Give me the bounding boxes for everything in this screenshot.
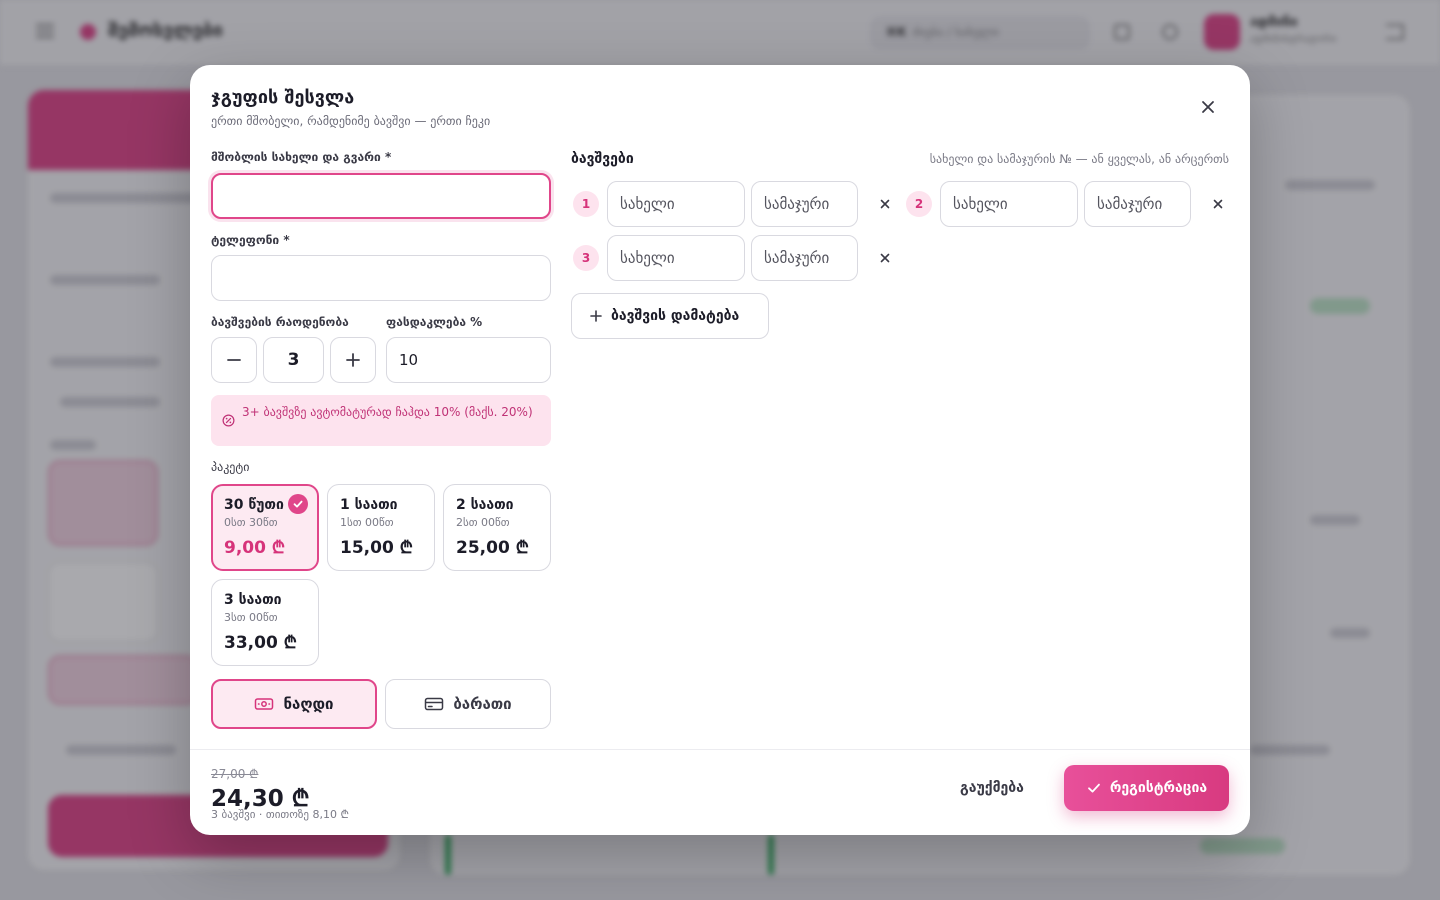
add-child-label: ბავშვის დამატება [611,308,740,324]
child-name-input[interactable] [940,181,1078,227]
child-bracelet-input[interactable] [751,181,858,227]
children-hint: სახელი და სამაჯურის № — ან ყველას, ან არ… [929,152,1229,166]
decrease-count-button[interactable] [211,337,257,383]
package-card-3h[interactable]: 3 საათი 3სთ 00წთ 33,00 ₾ [211,579,319,666]
remove-child-button[interactable] [873,246,897,270]
close-icon [1202,101,1214,113]
remove-child-button[interactable] [1206,192,1230,216]
child-name-input[interactable] [607,235,745,281]
discount-badge-icon [222,414,235,427]
add-child-button[interactable]: ბავშვის დამატება [571,293,769,339]
package-card-2h[interactable]: 2 საათი 2სთ 00წთ 25,00 ₾ [443,484,551,571]
group-checkin-modal: ჯგუფის შესვლა ერთი მშობელი, რამდენიმე ბა… [190,65,1250,835]
per-child-summary: 3 ბავშვი · თითოზე 8,10 ₾ [211,808,349,821]
package-duration: 2სთ 00წთ [456,516,510,529]
children-count-value: 3 [263,337,324,383]
children-title: ბავშვები [571,151,634,167]
child-number-badge: 2 [906,191,932,217]
children-count-label: ბავშვების რაოდენობა [211,315,349,329]
plus-icon [346,353,360,367]
remove-child-button[interactable] [873,192,897,216]
pay-cash-label: ნაღდი [283,695,334,713]
register-label: რეგისტრაცია [1109,780,1208,796]
close-button[interactable] [1194,93,1222,121]
phone-label: ტელეფონი * [211,233,290,247]
child-bracelet-input[interactable] [1084,181,1191,227]
modal-footer: 27,00 ₾ 24,30 ₾ 3 ბავშვი · თითოზე 8,10 ₾… [190,749,1250,835]
check-icon [1087,783,1100,793]
package-price: 25,00 ₾ [456,538,529,558]
discount-notice-text: 3+ ბავშვზე ავტომატურად ჩაჰდა 10% (მაქს. … [242,405,533,419]
plus-icon [590,310,602,322]
credit-card-icon [425,697,444,711]
package-price: 9,00 ₾ [224,538,285,558]
parent-name-label: მშობლის სახელი და გვარი * [211,150,392,164]
pay-card-button[interactable]: ბარათი [385,679,551,729]
close-icon [1213,199,1223,209]
phone-input[interactable] [211,255,551,301]
child-number-badge: 1 [573,191,599,217]
child-number-badge: 3 [573,245,599,271]
pay-cash-button[interactable]: ნაღდი [211,679,377,729]
increase-count-button[interactable] [330,337,376,383]
package-label: პაკეტი [211,460,250,474]
child-bracelet-input[interactable] [751,235,858,281]
discount-notice: 3+ ბავშვზე ავტომატურად ჩაჰდა 10% (მაქს. … [211,395,551,446]
cancel-button[interactable]: გაუქმება [960,775,1024,801]
package-price: 33,00 ₾ [224,633,297,653]
register-button[interactable]: რეგისტრაცია [1064,765,1229,811]
package-name: 1 საათი [340,497,398,513]
pay-card-label: ბარათი [453,695,512,713]
cash-icon [255,698,274,710]
discount-input[interactable] [386,337,551,383]
child-name-input[interactable] [607,181,745,227]
original-total: 27,00 ₾ [211,767,259,781]
package-card-1h[interactable]: 1 საათი 1სთ 00წთ 15,00 ₾ [327,484,435,571]
package-duration: 1სთ 00წთ [340,516,394,529]
package-name: 2 საათი [456,497,514,513]
close-icon [880,199,890,209]
package-price: 15,00 ₾ [340,538,413,558]
parent-name-input[interactable] [211,173,551,219]
minus-icon [227,359,241,361]
modal-title: ჯგუფის შესვლა [211,87,355,108]
modal-subtitle: ერთი მშობელი, რამდენიმე ბავშვი — ერთი ჩე… [211,114,491,128]
package-card-30min[interactable]: 30 წუთი 0სთ 30წთ 9,00 ₾ [211,484,319,571]
package-duration: 0სთ 30წთ [224,516,278,529]
discount-label: ფასდაკლება % [386,315,483,329]
close-icon [880,253,890,263]
package-duration: 3სთ 00წთ [224,611,278,624]
package-name: 3 საათი [224,592,282,608]
check-icon [288,494,308,514]
